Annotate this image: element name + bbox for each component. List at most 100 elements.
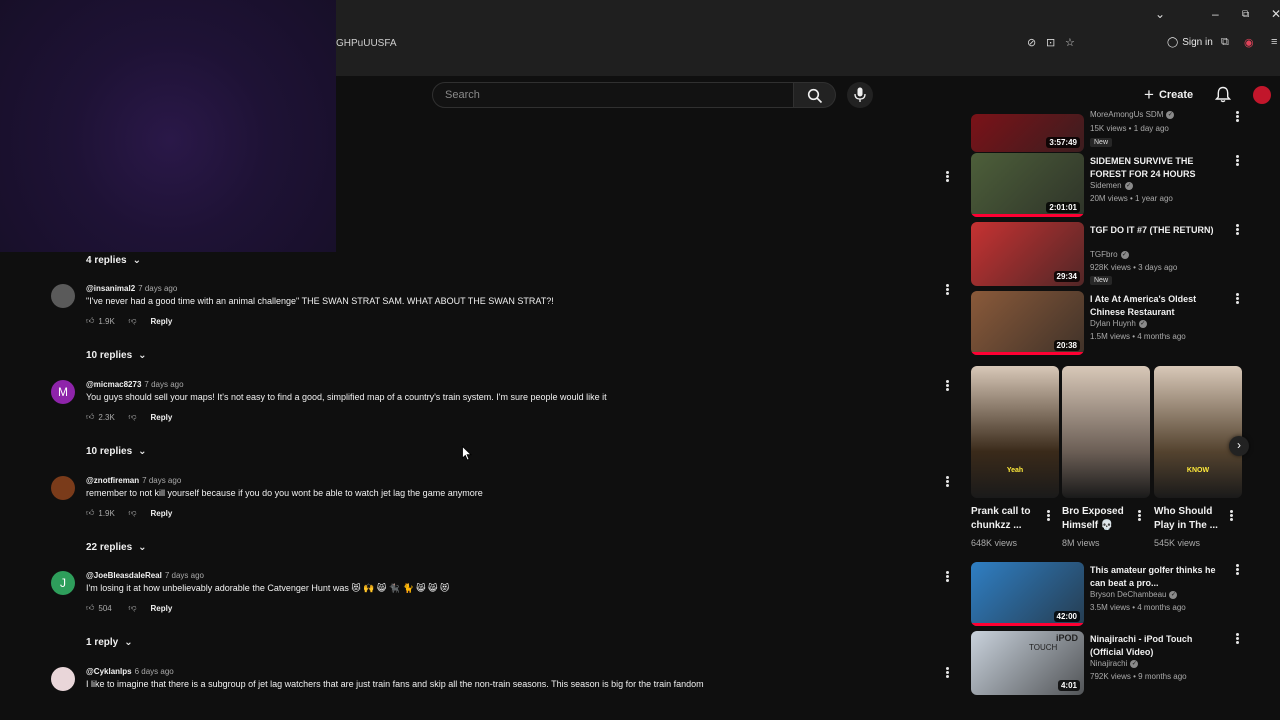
commenter-avatar[interactable]	[51, 476, 75, 500]
shorts-title[interactable]: Who Should Play in The ...	[1154, 505, 1226, 533]
thumbs-down-icon[interactable]: 👎︎	[128, 316, 136, 326]
url-text[interactable]: GHPuUUSFA	[336, 38, 397, 49]
commenter-avatar[interactable]: M	[51, 380, 75, 404]
video-title[interactable]: TGF DO IT #7 (THE RETURN)	[1090, 224, 1220, 237]
comment-author[interactable]: @znotfireman	[86, 476, 139, 485]
hide-ui-icon[interactable]: ⊘	[1027, 36, 1036, 49]
video-card[interactable]: 42:00 This amateur golfer thinks he can b…	[971, 562, 1243, 628]
video-card[interactable]: 20:38 I Ate At America's Oldest Chinese R…	[971, 291, 1243, 357]
thumbs-up-icon[interactable]: 👍︎	[86, 508, 94, 518]
comment-author[interactable]: @Cyklanlps	[86, 667, 132, 676]
commenter-avatar[interactable]	[51, 284, 75, 308]
shorts-more-icon[interactable]	[1044, 509, 1052, 523]
comment-timestamp[interactable]: 6 days ago	[135, 667, 174, 676]
account-icon: ◯	[1167, 37, 1179, 48]
comment-timestamp[interactable]: 7 days ago	[144, 380, 183, 389]
video-more-icon[interactable]	[1233, 632, 1241, 646]
view-replies-button[interactable]: 10 replies ⌄	[86, 446, 147, 457]
video-card[interactable]: iPOD TOUCH 4:01 Ninajirachi - iPod Touch (O…	[971, 631, 1243, 697]
comment-more-icon[interactable]	[943, 666, 951, 680]
comment-author[interactable]: @JoeBleasdaleReal	[86, 571, 162, 580]
install-app-icon[interactable]: ⊡	[1046, 36, 1055, 49]
reply-button[interactable]: Reply	[151, 413, 173, 422]
comment-more-icon[interactable]	[943, 379, 951, 393]
video-title[interactable]: I Ate At America's Oldest Chinese Restau…	[1090, 293, 1220, 319]
channel-name[interactable]: Dylan Huynh ✓	[1090, 319, 1147, 328]
video-thumbnail[interactable]: 29:34	[971, 222, 1084, 286]
like-count: 504	[98, 603, 112, 613]
sign-in-button[interactable]: ◯ Sign in	[1167, 37, 1213, 48]
extensions-icon[interactable]: ⧉	[1221, 36, 1229, 49]
browser-menu-icon[interactable]: ≡	[1271, 36, 1277, 48]
video-thumbnail[interactable]: iPOD TOUCH 4:01	[971, 631, 1084, 695]
comment-more-icon[interactable]	[943, 570, 951, 584]
reply-button[interactable]: Reply	[151, 604, 173, 613]
comment-thread: @znotfireman 7 days ago remember to not ki…	[51, 476, 931, 536]
view-replies-button[interactable]: 4 replies ⌄	[86, 255, 141, 266]
video-more-icon[interactable]	[1233, 292, 1241, 306]
comment-timestamp[interactable]: 7 days ago	[138, 284, 177, 293]
comment-more-icon[interactable]	[943, 475, 951, 489]
thumbs-up-icon[interactable]: 👍︎	[86, 316, 94, 326]
view-replies-button[interactable]: 1 reply ⌄	[86, 637, 133, 648]
channel-name[interactable]: Sidemen ✓	[1090, 181, 1133, 190]
view-replies-button[interactable]: 10 replies ⌄	[86, 350, 147, 361]
video-thumbnail[interactable]: 3:57:49	[971, 114, 1084, 152]
video-title[interactable]: This amateur golfer thinks he can beat a…	[1090, 564, 1220, 590]
voice-search-button[interactable]	[847, 82, 873, 108]
comment-author[interactable]: @insanimal2	[86, 284, 135, 293]
video-title[interactable]: SIDEMEN SURVIVE THE FOREST FOR 24 HOURS	[1090, 155, 1220, 181]
reply-button[interactable]: Reply	[151, 317, 173, 326]
shorts-next-button[interactable]: ›	[1229, 436, 1249, 456]
video-more-icon[interactable]	[1233, 563, 1241, 577]
comment-author[interactable]: @micmac8273	[86, 380, 141, 389]
view-replies-button[interactable]: 22 replies ⌄	[86, 542, 147, 553]
video-more-icon[interactable]	[1233, 154, 1241, 168]
extension-badge-icon[interactable]: ◉	[1244, 36, 1254, 49]
thumbs-up-icon[interactable]: 👍︎	[86, 412, 94, 422]
video-card[interactable]: 2:01:01 SIDEMEN SURVIVE THE FOREST FOR 24…	[971, 153, 1243, 219]
bookmark-star-icon[interactable]: ☆	[1065, 36, 1075, 49]
video-card[interactable]: 29:34 TGF DO IT #7 (THE RETURN) TGFbro ✓ 928…	[971, 222, 1243, 288]
shorts-thumbnail[interactable]: KNOW	[1154, 366, 1242, 498]
video-thumbnail[interactable]: 42:00	[971, 562, 1084, 626]
thumbs-down-icon[interactable]: 👎︎	[128, 412, 136, 422]
search-input[interactable]: Search	[432, 82, 794, 108]
video-more-icon[interactable]	[1233, 110, 1241, 124]
channel-name[interactable]: Ninajirachi ✓	[1090, 659, 1139, 668]
shorts-title[interactable]: Bro Exposed Himself 💀	[1062, 505, 1134, 533]
shorts-more-icon[interactable]	[1227, 509, 1235, 523]
thumbs-up-icon[interactable]: 👍︎	[86, 603, 94, 613]
minimize-button[interactable]: –	[1212, 7, 1219, 21]
video-title[interactable]: Ninajirachi - iPod Touch (Official Video…	[1090, 633, 1220, 659]
commenter-avatar[interactable]: J	[51, 571, 75, 595]
commenter-avatar[interactable]	[51, 667, 75, 691]
comment-more-icon[interactable]	[943, 283, 951, 297]
chevron-down-icon: ⌄	[138, 350, 147, 361]
thumbs-down-icon[interactable]: 👎︎	[128, 508, 136, 518]
video-card[interactable]: 3:57:49 MoreAmongUs SDM ✓ 15K views • 1 day…	[971, 88, 1243, 154]
video-more-icon[interactable]	[1233, 223, 1241, 237]
comment-header: @JoeBleasdaleReal 7 days ago	[86, 571, 204, 580]
restore-button[interactable]: ⧉	[1242, 9, 1249, 20]
video-thumbnail[interactable]: 20:38	[971, 291, 1084, 355]
comment-header: @insanimal2 7 days ago	[86, 284, 177, 293]
search-button[interactable]	[794, 82, 836, 108]
reply-button[interactable]: Reply	[151, 509, 173, 518]
comment-more-icon[interactable]	[943, 170, 951, 184]
like-count: 1.9K	[98, 508, 115, 518]
close-window-button[interactable]: ✕	[1271, 7, 1280, 21]
shorts-thumbnail[interactable]	[1062, 366, 1150, 498]
shorts-more-icon[interactable]	[1135, 509, 1143, 523]
thumbs-down-icon[interactable]: 👎︎	[128, 603, 136, 613]
comment-timestamp[interactable]: 7 days ago	[142, 476, 181, 485]
video-thumbnail[interactable]: 2:01:01	[971, 153, 1084, 217]
account-avatar[interactable]	[1253, 86, 1271, 104]
channel-name[interactable]: TGFbro ✓	[1090, 250, 1129, 259]
channel-name[interactable]: MoreAmongUs SDM ✓	[1090, 110, 1175, 119]
channel-name[interactable]: Bryson DeChambeau ✓	[1090, 590, 1178, 599]
comment-timestamp[interactable]: 7 days ago	[165, 571, 204, 580]
tab-list-chevron-icon[interactable]: ⌄	[1155, 7, 1165, 21]
shorts-title[interactable]: Prank call to chunkzz ...	[971, 505, 1043, 533]
shorts-thumbnail[interactable]: Yeah	[971, 366, 1059, 498]
